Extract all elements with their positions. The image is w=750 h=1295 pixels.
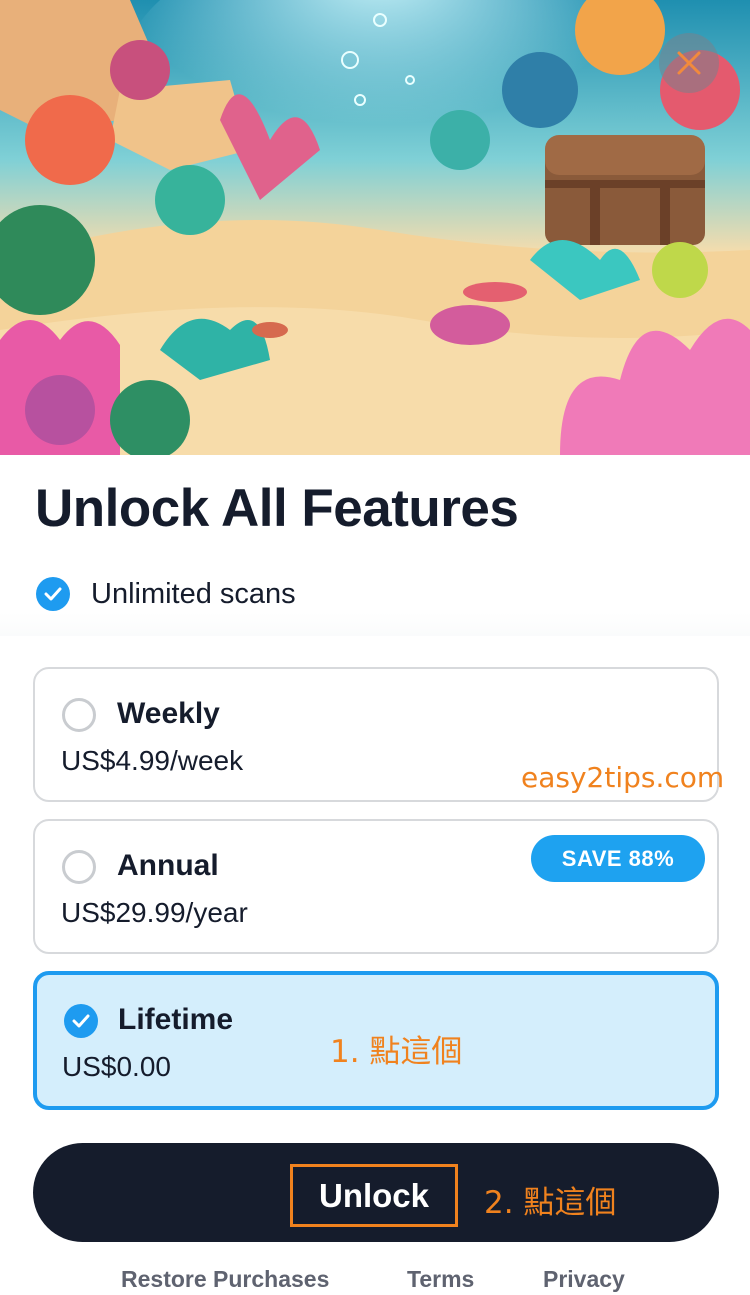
terms-link[interactable]: Terms	[407, 1266, 474, 1293]
restore-purchases-link[interactable]: Restore Purchases	[121, 1266, 329, 1293]
plan-name: Weekly	[117, 697, 220, 730]
page-title: Unlock All Features	[35, 479, 519, 538]
radio-unchecked-icon[interactable]	[62, 698, 96, 732]
plan-price: US$0.00	[62, 1051, 171, 1082]
unlock-button-label[interactable]: Unlock	[290, 1164, 458, 1227]
radio-checked-icon[interactable]	[64, 1004, 98, 1038]
divider	[0, 612, 750, 636]
feature-label: Unlimited scans	[91, 577, 296, 610]
feature-item: Unlimited scans	[36, 576, 296, 612]
plan-name: Annual	[117, 849, 219, 882]
check-circle-icon	[36, 577, 70, 611]
annotation-step-1: 1. 點這個	[330, 1034, 463, 1070]
save-badge: SAVE 88%	[531, 835, 705, 882]
radio-unchecked-icon[interactable]	[62, 850, 96, 884]
plan-name: Lifetime	[118, 1003, 234, 1036]
close-icon	[677, 51, 701, 75]
plan-price: US$4.99/week	[61, 745, 244, 776]
close-button[interactable]	[659, 33, 719, 93]
hero-image	[0, 0, 750, 455]
privacy-link[interactable]: Privacy	[543, 1266, 625, 1293]
plan-price: US$29.99/year	[61, 897, 248, 928]
watermark: easy2tips.com	[521, 761, 725, 794]
annotation-step-2: 2. 點這個	[484, 1185, 617, 1221]
